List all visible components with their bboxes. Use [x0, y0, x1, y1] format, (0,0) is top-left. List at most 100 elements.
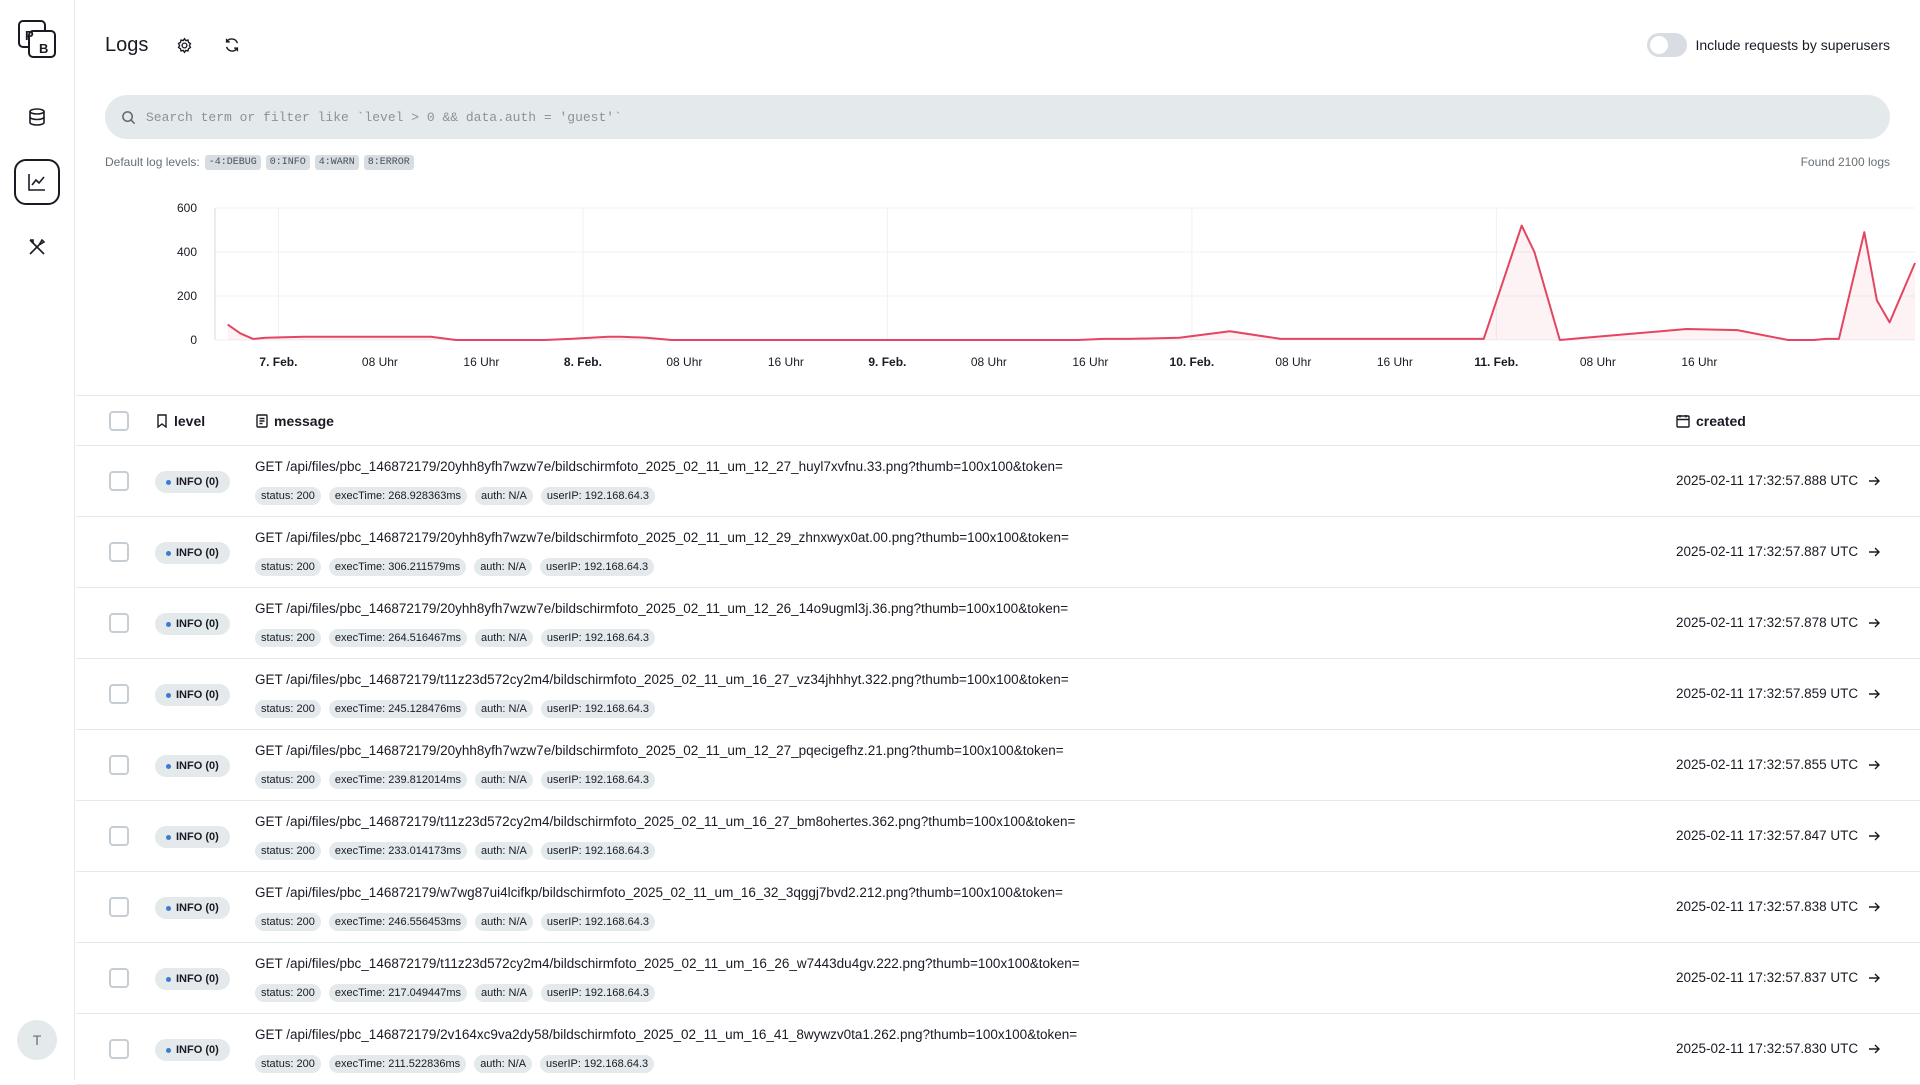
arrow-right-icon[interactable]: [1866, 899, 1882, 915]
sidebar: P B T: [0, 0, 75, 1080]
table-row[interactable]: INFO (0) GET /api/files/pbc_146872179/2v1…: [76, 1014, 1920, 1085]
tag-userip: userIP: 192.168.64.3: [540, 558, 655, 576]
level-pill: INFO (0): [155, 613, 230, 635]
superusers-label: Include requests by superusers: [1695, 37, 1890, 53]
row-checkbox[interactable]: [109, 1039, 129, 1059]
series-area: [227, 225, 1916, 340]
table-row[interactable]: INFO (0) GET /api/files/pbc_146872179/w7w…: [76, 872, 1920, 943]
table-row[interactable]: INFO (0) GET /api/files/pbc_146872179/20y…: [76, 517, 1920, 588]
th-created[interactable]: created: [1676, 413, 1746, 429]
tag-exectime: execTime: 268.928363ms: [328, 487, 467, 505]
bookmark-icon: [157, 413, 167, 428]
x-tick-label: 08 Uhr: [666, 355, 702, 369]
nav-logs[interactable]: [14, 159, 60, 205]
tag-exectime: execTime: 246.556453ms: [328, 913, 467, 931]
x-tick-label: 16 Uhr: [1681, 355, 1717, 369]
log-tags: status: 200 execTime: 217.049447ms auth: N…: [255, 984, 663, 1002]
log-message: GET /api/files/pbc_146872179/w7wg87ui4lc…: [255, 885, 1063, 900]
level-label: INFO (0): [176, 760, 219, 772]
x-tick-label: 9. Feb.: [868, 355, 906, 369]
tag-exectime: execTime: 264.516467ms: [328, 629, 467, 647]
th-created-label: created: [1696, 412, 1746, 429]
level-badge-debug: -4:DEBUG: [204, 154, 261, 170]
y-tick-label: 200: [177, 289, 197, 303]
level-label: INFO (0): [176, 547, 219, 559]
calendar-icon: [1676, 414, 1690, 428]
tag-userip: userIP: 192.168.64.3: [540, 984, 655, 1002]
log-message: GET /api/files/pbc_146872179/t11z23d572c…: [255, 814, 1076, 829]
nav-collections[interactable]: [14, 94, 60, 140]
nav-settings[interactable]: [14, 224, 60, 270]
arrow-right-icon[interactable]: [1866, 544, 1882, 560]
row-checkbox[interactable]: [109, 471, 129, 491]
log-created: 2025-02-11 17:32:57.855 UTC: [1676, 757, 1859, 772]
arrow-right-icon[interactable]: [1866, 686, 1882, 702]
level-pill: INFO (0): [155, 826, 230, 848]
level-dot-icon: [166, 976, 171, 982]
log-tags: status: 200 execTime: 211.522836ms auth: N…: [255, 1055, 662, 1073]
superusers-toggle[interactable]: [1647, 33, 1688, 57]
tag-exectime: execTime: 217.049447ms: [328, 984, 467, 1002]
svg-text:P: P: [25, 28, 34, 43]
table-row[interactable]: INFO (0) GET /api/files/pbc_146872179/t11…: [76, 801, 1920, 872]
table-row[interactable]: INFO (0) GET /api/files/pbc_146872179/t11…: [76, 659, 1920, 730]
arrow-right-icon[interactable]: [1866, 473, 1882, 489]
log-created: 2025-02-11 17:32:57.830 UTC: [1676, 1041, 1859, 1056]
log-message: GET /api/files/pbc_146872179/t11z23d572c…: [255, 672, 1069, 687]
arrow-right-icon[interactable]: [1866, 757, 1882, 773]
search-input[interactable]: [146, 109, 1890, 125]
arrow-right-icon[interactable]: [1866, 970, 1882, 986]
level-pill: INFO (0): [155, 684, 230, 706]
arrow-right-icon[interactable]: [1866, 615, 1882, 631]
tag-userip: userIP: 192.168.64.3: [540, 487, 655, 505]
tag-exectime: execTime: 306.211579ms: [328, 558, 467, 576]
log-message: GET /api/files/pbc_146872179/t11z23d572c…: [255, 956, 1080, 971]
tag-status: status: 200: [255, 771, 321, 789]
table-row[interactable]: INFO (0) GET /api/files/pbc_146872179/20y…: [76, 446, 1920, 517]
th-level[interactable]: level: [156, 413, 205, 429]
avatar[interactable]: T: [17, 1020, 57, 1060]
level-label: INFO (0): [176, 618, 219, 630]
level-dot-icon: [166, 550, 171, 556]
row-checkbox[interactable]: [109, 968, 129, 988]
level-label: INFO (0): [176, 973, 219, 985]
y-tick-label: 600: [177, 201, 197, 215]
arrow-right-icon[interactable]: [1866, 828, 1882, 844]
x-tick-label: 08 Uhr: [1580, 355, 1616, 369]
tag-exectime: execTime: 239.812014ms: [328, 771, 467, 789]
database-icon: [29, 108, 45, 126]
page-title: Logs: [105, 33, 149, 56]
level-dot-icon: [166, 1047, 171, 1053]
log-created: 2025-02-11 17:32:57.838 UTC: [1676, 899, 1859, 914]
series-line: [227, 224, 1916, 341]
level-dot-icon: [166, 692, 171, 698]
x-tick-label: 16 Uhr: [1072, 355, 1108, 369]
row-checkbox[interactable]: [109, 542, 129, 562]
select-all-checkbox[interactable]: [109, 410, 129, 431]
x-tick-label: 08 Uhr: [362, 355, 398, 369]
refresh-button[interactable]: [222, 35, 242, 55]
row-checkbox[interactable]: [109, 826, 129, 846]
level-dot-icon: [166, 834, 171, 840]
table-row[interactable]: INFO (0) GET /api/files/pbc_146872179/t11…: [76, 943, 1920, 1014]
log-message: GET /api/files/pbc_146872179/20yhh8yfh7w…: [255, 601, 1069, 616]
log-tags: status: 200 execTime: 233.014173ms auth: N…: [255, 842, 663, 860]
table-row[interactable]: INFO (0) GET /api/files/pbc_146872179/20y…: [76, 588, 1920, 659]
th-level-label: level: [174, 412, 206, 429]
tag-exectime: execTime: 245.128476ms: [328, 700, 467, 718]
y-tick-label: 0: [190, 333, 197, 347]
log-created: 2025-02-11 17:32:57.888 UTC: [1676, 473, 1859, 488]
log-tags: status: 200 execTime: 264.516467ms auth: N…: [255, 629, 663, 647]
th-message[interactable]: message: [256, 413, 334, 429]
log-tags: status: 200 execTime: 268.928363ms auth: N…: [255, 487, 663, 505]
row-checkbox[interactable]: [109, 755, 129, 775]
table-row[interactable]: INFO (0) GET /api/files/pbc_146872179/20y…: [76, 730, 1920, 801]
pocketbase-logo[interactable]: P B: [18, 20, 56, 58]
log-levels-row: Default log levels: -4:DEBUG 0:INFO 4:WA…: [105, 154, 1890, 170]
row-checkbox[interactable]: [109, 684, 129, 704]
row-checkbox[interactable]: [109, 613, 129, 633]
settings-gear-button[interactable]: [174, 35, 194, 55]
row-checkbox[interactable]: [109, 897, 129, 917]
level-label: INFO (0): [176, 902, 219, 914]
arrow-right-icon[interactable]: [1866, 1041, 1882, 1057]
